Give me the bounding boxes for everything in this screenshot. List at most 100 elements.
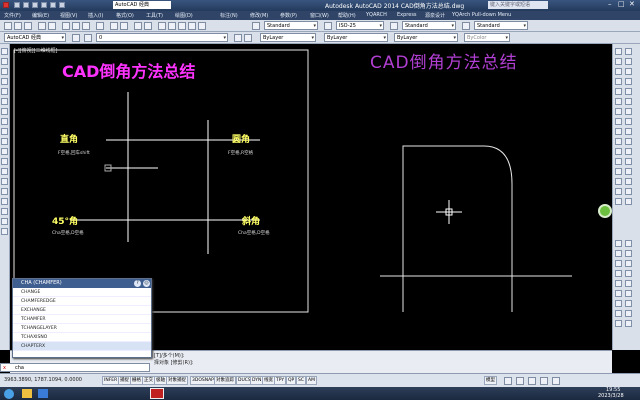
menu-file[interactable]: 文件(F) bbox=[4, 12, 21, 19]
command-line[interactable]: x cha bbox=[0, 363, 150, 372]
properties-icon[interactable] bbox=[158, 22, 166, 30]
explorer-icon[interactable] bbox=[22, 389, 32, 398]
explode-icon[interactable] bbox=[615, 198, 622, 205]
gradient-icon[interactable] bbox=[1, 198, 8, 205]
minimize-icon[interactable]: – bbox=[608, 0, 612, 8]
find-text-icon[interactable] bbox=[625, 260, 632, 267]
maximize-icon[interactable]: □ bbox=[618, 0, 625, 8]
make-block-icon[interactable] bbox=[1, 168, 8, 175]
open-icon[interactable] bbox=[23, 2, 29, 8]
menu-draw[interactable]: 绘图(D) bbox=[175, 12, 193, 19]
fillet-icon[interactable] bbox=[615, 188, 622, 195]
status-osnap[interactable]: 对象捕捉 bbox=[166, 376, 188, 385]
snap-quadrant-icon[interactable] bbox=[625, 88, 632, 95]
dim-style-select[interactable]: ISO-25 bbox=[336, 21, 384, 30]
scale-icon[interactable] bbox=[615, 118, 622, 125]
save-icon[interactable] bbox=[32, 2, 38, 8]
snap-tangent-icon[interactable] bbox=[625, 98, 632, 105]
status-qp[interactable]: QP bbox=[286, 376, 297, 385]
tool-palettes-icon[interactable] bbox=[178, 22, 186, 30]
new-file-icon[interactable] bbox=[4, 22, 12, 30]
text-tool-icon[interactable] bbox=[625, 240, 632, 247]
snap-nearest-icon[interactable] bbox=[625, 118, 632, 125]
text-style-icon[interactable] bbox=[252, 22, 260, 30]
table-style-select[interactable]: Standard bbox=[402, 21, 456, 30]
paste-icon[interactable] bbox=[82, 22, 90, 30]
dim-linear-icon[interactable] bbox=[625, 148, 632, 155]
start-icon[interactable] bbox=[4, 389, 14, 399]
dim-aligned-icon[interactable] bbox=[625, 158, 632, 165]
menu-help[interactable]: 帮助(H) bbox=[338, 12, 356, 19]
break-icon[interactable] bbox=[615, 158, 622, 165]
redo-icon[interactable] bbox=[59, 2, 65, 8]
array-icon[interactable] bbox=[615, 88, 622, 95]
snap-endpoint-icon[interactable] bbox=[625, 48, 632, 55]
erase-icon[interactable] bbox=[615, 48, 622, 55]
menu-format[interactable]: 格式(O) bbox=[116, 12, 134, 19]
workspace-select[interactable]: AutoCAD 经典 bbox=[4, 33, 66, 42]
lineweight-select[interactable]: ByLayer bbox=[394, 33, 458, 42]
make-current-icon[interactable] bbox=[244, 34, 252, 42]
status-am[interactable]: AM bbox=[306, 376, 317, 385]
offset-icon[interactable] bbox=[615, 78, 622, 85]
navcube-icon[interactable] bbox=[598, 204, 612, 218]
autocomplete-item-tchamfer[interactable]: TCHAMFER bbox=[13, 315, 151, 324]
autocad-taskbar-icon[interactable] bbox=[150, 388, 164, 399]
dim-style-icon[interactable] bbox=[324, 22, 332, 30]
clean-screen-icon[interactable] bbox=[552, 377, 560, 385]
dim-radius-icon[interactable] bbox=[625, 168, 632, 175]
layer-merge-icon[interactable] bbox=[615, 310, 622, 317]
workspace-quick-select[interactable]: AutoCAD 经典 bbox=[113, 1, 171, 9]
rotate-icon[interactable] bbox=[615, 108, 622, 115]
color-select[interactable]: ByLayer bbox=[260, 33, 316, 42]
menu-view[interactable]: 视图(V) bbox=[60, 12, 77, 19]
layer-tool-icon[interactable] bbox=[615, 240, 622, 247]
linetype-select[interactable]: ByLayer bbox=[324, 33, 388, 42]
menu-yqarch[interactable]: YQARCH bbox=[366, 12, 387, 18]
layer-walk-icon[interactable] bbox=[615, 300, 622, 307]
snap-none-icon[interactable] bbox=[625, 128, 632, 135]
stretch-icon[interactable] bbox=[615, 128, 622, 135]
layer-match-icon[interactable] bbox=[615, 290, 622, 297]
layer-isolate-icon[interactable] bbox=[615, 280, 622, 287]
layer-delete-icon[interactable] bbox=[615, 320, 622, 327]
menu-parametric[interactable]: 参数(P) bbox=[280, 12, 297, 19]
copy-object-icon[interactable] bbox=[615, 58, 622, 65]
autocomplete-item-tchangelayer[interactable]: TCHANGELAYER bbox=[13, 324, 151, 333]
help-circle-icon[interactable]: ? bbox=[134, 280, 141, 287]
hatch-icon[interactable] bbox=[1, 188, 8, 195]
table-icon[interactable] bbox=[1, 218, 8, 225]
arc-icon[interactable] bbox=[1, 98, 8, 105]
polygon-icon[interactable] bbox=[1, 78, 8, 85]
plot-icon[interactable] bbox=[38, 22, 46, 30]
browser-icon[interactable] bbox=[38, 389, 48, 398]
extend-icon[interactable] bbox=[615, 148, 622, 155]
layer-off-icon[interactable] bbox=[615, 250, 622, 257]
status-infer[interactable]: INFER bbox=[102, 376, 120, 385]
undo-tool-icon[interactable] bbox=[110, 22, 118, 30]
undo-icon[interactable] bbox=[50, 2, 56, 8]
new-icon[interactable] bbox=[14, 2, 20, 8]
model-button[interactable]: 模型 bbox=[484, 376, 497, 385]
workspace-switch-icon[interactable] bbox=[528, 377, 536, 385]
insert-block-icon[interactable] bbox=[1, 158, 8, 165]
rectangle-icon[interactable] bbox=[1, 88, 8, 95]
status-sc[interactable]: SC bbox=[296, 376, 306, 385]
layer-manager-icon[interactable] bbox=[84, 34, 92, 42]
text-style-select[interactable]: Standard bbox=[264, 21, 318, 30]
cut-icon[interactable] bbox=[62, 22, 70, 30]
settings-circle-icon[interactable]: ◎ bbox=[143, 280, 150, 287]
autocomplete-header[interactable]: CHA (CHAMFER) ? ◎ bbox=[13, 279, 151, 288]
command-input[interactable]: cha bbox=[15, 365, 24, 371]
arc-aligned-text-icon[interactable] bbox=[625, 310, 632, 317]
polyline-icon[interactable] bbox=[1, 68, 8, 75]
workspace-settings-icon[interactable] bbox=[72, 34, 80, 42]
region-icon[interactable] bbox=[1, 208, 8, 215]
trim-icon[interactable] bbox=[615, 138, 622, 145]
dim-angular-icon[interactable] bbox=[625, 178, 632, 185]
help-icon[interactable] bbox=[198, 22, 206, 30]
multileader-style-select[interactable]: Standard bbox=[474, 21, 528, 30]
revcloud-icon[interactable] bbox=[1, 118, 8, 125]
layout-icon[interactable] bbox=[504, 377, 512, 385]
table-style-icon[interactable] bbox=[390, 22, 398, 30]
